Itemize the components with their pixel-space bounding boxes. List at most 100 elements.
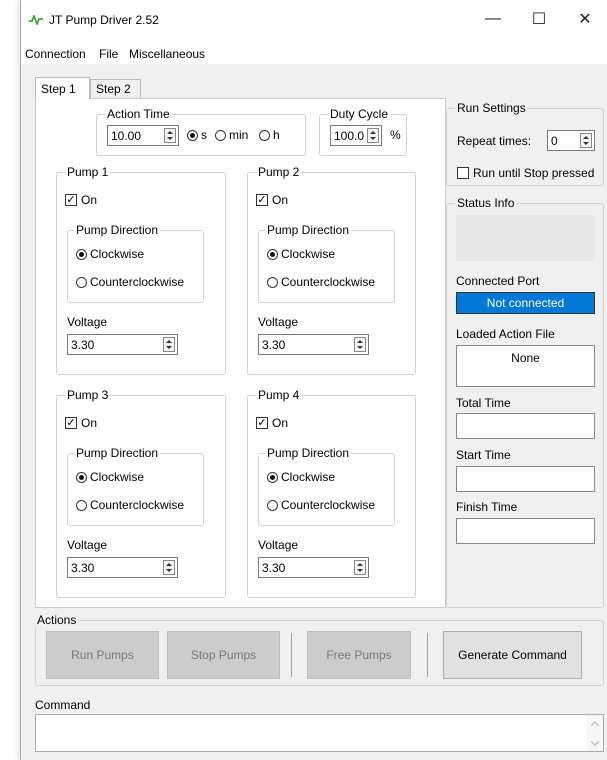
tab-step-1-label: Step 1 [41, 81, 76, 96]
clockwise-label: Clockwise [281, 470, 336, 484]
counterclockwise-radio[interactable] [76, 500, 87, 511]
menu-connection[interactable]: Connection [25, 47, 86, 61]
pump-on-label: On [272, 193, 289, 207]
finish-time-label: Finish Time [456, 500, 518, 514]
menu-file[interactable]: File [99, 47, 118, 61]
unit-s-radio[interactable] [187, 130, 198, 141]
clockwise-label: Clockwise [90, 247, 145, 261]
command-label: Command [35, 698, 91, 712]
counterclockwise-radio[interactable] [76, 277, 87, 288]
scroll-up-icon[interactable] [591, 721, 599, 726]
percent-unit: % [390, 128, 401, 142]
unit-h-radio[interactable] [259, 130, 270, 141]
duty-cycle-input[interactable]: 100.0 [330, 125, 382, 146]
spinner-arrows-icon[interactable] [367, 128, 379, 143]
clockwise-label: Clockwise [281, 247, 336, 261]
spinner-arrows-icon[interactable] [354, 337, 366, 352]
unit-h-label: h [273, 128, 280, 142]
pump-1-group: Pump 1 ✓ On Pump Direction Clockwise Cou… [56, 165, 226, 375]
pump-title: Pump 3 [65, 388, 111, 402]
pump-on-checkbox[interactable]: ✓ [256, 417, 268, 429]
duty-cycle-label: Duty Cycle [328, 107, 391, 121]
clockwise-label: Clockwise [90, 470, 145, 484]
duty-cycle-value: 100.0 [334, 129, 365, 143]
run-until-checkbox[interactable] [457, 167, 469, 179]
loaded-file-label: Loaded Action File [456, 327, 555, 341]
pump-direction-label: Pump Direction [74, 446, 161, 460]
pump-title: Pump 1 [65, 165, 111, 179]
total-time-field [456, 413, 595, 439]
pump-direction-label: Pump Direction [74, 223, 161, 237]
generate-command-button[interactable]: Generate Command [443, 631, 582, 679]
pump-direction-group: Pump Direction Clockwise Counterclockwis… [67, 446, 204, 526]
menu-miscellaneous[interactable]: Miscellaneous [129, 47, 205, 61]
run-pumps-button[interactable]: Run Pumps [46, 631, 159, 679]
command-textbox[interactable] [35, 714, 604, 752]
start-time-label: Start Time [456, 448, 511, 462]
repeat-times-input[interactable]: 0 [547, 130, 595, 151]
close-button[interactable]: ✕ [562, 0, 607, 38]
pump-4-group: Pump 4 ✓ On Pump Direction Clockwise Cou… [247, 388, 416, 598]
clockwise-radio[interactable] [267, 472, 278, 483]
status-display [456, 215, 595, 261]
actions-group: Actions Run Pumps Stop Pumps Free Pumps … [35, 613, 604, 686]
action-time-input[interactable]: 10.00 [107, 125, 179, 146]
stop-pumps-button[interactable]: Stop Pumps [167, 631, 280, 679]
voltage-input[interactable]: 3.30 [67, 557, 178, 578]
step-1-page: Action Time 10.00 s min h Duty Cycle 100… [35, 98, 446, 608]
unit-min-label: min [229, 128, 249, 142]
maximize-button[interactable]: ☐ [516, 0, 562, 38]
tab-step-2[interactable]: Step 2 [90, 79, 141, 99]
counterclockwise-radio[interactable] [267, 500, 278, 511]
start-time-field [456, 466, 595, 492]
pump-2-group: Pump 2 ✓ On Pump Direction Clockwise Cou… [247, 165, 416, 375]
run-until-label: Run until Stop pressed [473, 166, 595, 180]
voltage-input[interactable]: 3.30 [67, 334, 178, 355]
voltage-value: 3.30 [262, 561, 286, 575]
spinner-arrows-icon[interactable] [163, 337, 175, 352]
minimize-button[interactable]: — [470, 0, 516, 38]
connected-port-label: Connected Port [456, 274, 540, 288]
status-info-label: Status Info [455, 196, 517, 210]
voltage-value: 3.30 [71, 338, 95, 352]
pump-title: Pump 2 [256, 165, 302, 179]
pump-on-checkbox[interactable]: ✓ [65, 417, 77, 429]
counterclockwise-label: Counterclockwise [281, 498, 376, 512]
duty-cycle-group: Duty Cycle 100.0 % [319, 107, 407, 156]
connected-port-value: Not connected [456, 292, 595, 314]
voltage-input[interactable]: 3.30 [258, 334, 369, 355]
voltage-label: Voltage [67, 538, 108, 552]
action-time-label: Action Time [105, 107, 172, 121]
repeat-times-value: 0 [551, 134, 558, 148]
spinner-arrows-icon[interactable] [354, 560, 366, 575]
counterclockwise-radio[interactable] [267, 277, 278, 288]
app-window: JT Pump Driver 2.52 — ☐ ✕ Connection Fil… [20, 0, 607, 760]
clockwise-radio[interactable] [76, 249, 87, 260]
command-scrollbar[interactable] [587, 715, 603, 751]
spinner-arrows-icon[interactable] [164, 128, 176, 143]
pulse-icon [29, 15, 43, 25]
pump-3-group: Pump 3 ✓ On Pump Direction Clockwise Cou… [56, 388, 226, 598]
scroll-down-icon[interactable] [591, 741, 599, 746]
unit-min-radio[interactable] [215, 130, 226, 141]
spinner-arrows-icon[interactable] [580, 133, 592, 148]
counterclockwise-label: Counterclockwise [90, 498, 185, 512]
action-time-value: 10.00 [111, 129, 142, 143]
voltage-label: Voltage [258, 315, 299, 329]
pump-on-checkbox[interactable]: ✓ [65, 194, 77, 206]
action-time-group: Action Time 10.00 s min h [96, 107, 306, 156]
title-bar: JT Pump Driver 2.52 — ☐ ✕ [21, 0, 607, 38]
tab-step-2-label: Step 2 [96, 82, 131, 96]
pump-direction-label: Pump Direction [265, 223, 352, 237]
pump-on-checkbox[interactable]: ✓ [256, 194, 268, 206]
voltage-value: 3.30 [262, 338, 286, 352]
free-pumps-button[interactable]: Free Pumps [307, 631, 411, 679]
clockwise-radio[interactable] [267, 249, 278, 260]
voltage-input[interactable]: 3.30 [258, 557, 369, 578]
spinner-arrows-icon[interactable] [163, 560, 175, 575]
voltage-value: 3.30 [71, 561, 95, 575]
counterclockwise-label: Counterclockwise [281, 275, 376, 289]
menu-bar: Connection File Miscellaneous [21, 38, 607, 64]
tab-step-1[interactable]: Step 1 [35, 77, 90, 99]
clockwise-radio[interactable] [76, 472, 87, 483]
